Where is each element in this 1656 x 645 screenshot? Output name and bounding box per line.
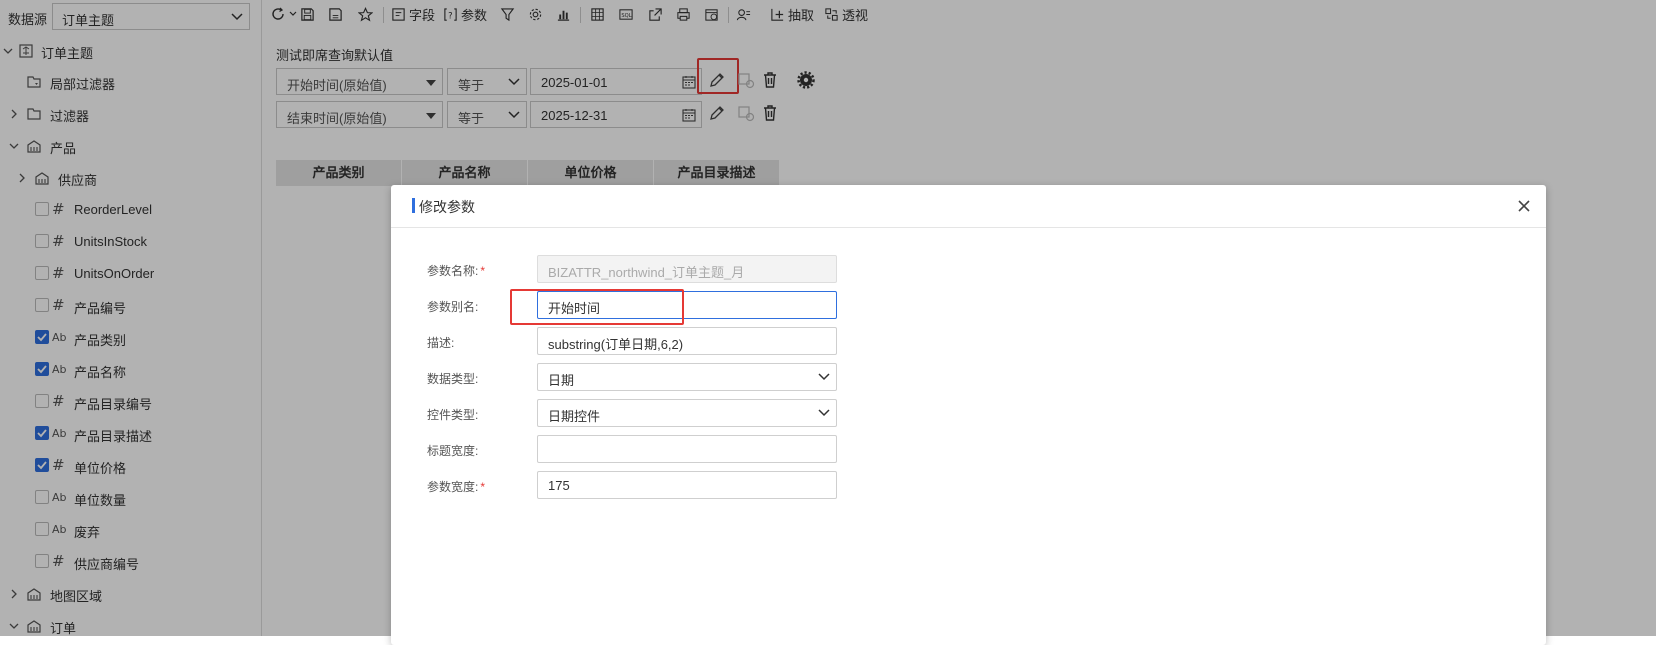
- form-row-title-width: 标题宽度:: [391, 435, 1546, 463]
- required-mark: *: [480, 480, 486, 494]
- form-label: 参数宽度: *: [427, 478, 485, 495]
- form-label: 参数别名:: [427, 300, 479, 314]
- form-row-param-width: 参数宽度: * 175: [391, 471, 1546, 499]
- alias-highlight-box: [510, 289, 684, 325]
- form-label: 描述:: [427, 336, 455, 350]
- chevron-down-icon: [818, 373, 830, 381]
- form-row-param-name: 参数名称: * BIZATTR_northwind_订单主题_月: [391, 255, 1546, 283]
- param-width-input[interactable]: 175: [537, 471, 837, 499]
- form-row-description: 描述: substring(订单日期,6,2): [391, 327, 1546, 355]
- param-name-input: BIZATTR_northwind_订单主题_月: [537, 255, 837, 283]
- control-type-select[interactable]: 日期控件: [537, 399, 837, 427]
- description-value: substring(订单日期,6,2): [548, 337, 684, 352]
- form-label: 数据类型:: [427, 372, 479, 386]
- control-type-value: 日期控件: [548, 409, 601, 424]
- form-row-data-type: 数据类型: 日期: [391, 363, 1546, 391]
- form-label: 参数名称: *: [427, 262, 485, 279]
- data-type-select[interactable]: 日期: [537, 363, 837, 391]
- form-label: 标题宽度:: [427, 444, 479, 458]
- title-accent-bar: [412, 198, 415, 213]
- description-input[interactable]: substring(订单日期,6,2): [537, 327, 837, 355]
- required-mark: *: [480, 264, 486, 278]
- form-row-control-type: 控件类型: 日期控件: [391, 399, 1546, 427]
- title-width-input[interactable]: [537, 435, 837, 463]
- form-label: 控件类型:: [427, 408, 479, 422]
- param-width-value: 175: [548, 478, 570, 493]
- dialog-title: 修改参数: [419, 199, 475, 215]
- edit-param-dialog: 修改参数 参数名称: * BIZATTR_northwind_订单主题_月 参数别…: [391, 185, 1546, 645]
- param-name-value: BIZATTR_northwind_订单主题_月: [548, 265, 745, 280]
- form-label-text: 参数宽度:: [427, 480, 479, 494]
- chevron-down-icon: [818, 409, 830, 417]
- close-icon[interactable]: [1516, 198, 1532, 214]
- data-type-value: 日期: [548, 373, 575, 388]
- form-label-text: 参数名称:: [427, 264, 479, 278]
- dialog-header: 修改参数: [391, 185, 1546, 228]
